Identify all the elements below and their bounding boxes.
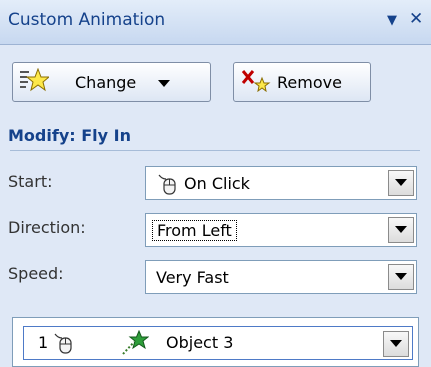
direction-select[interactable]: From Left [145,213,417,247]
list-item-dropdown-button[interactable] [383,331,409,357]
direction-dropdown-button[interactable] [388,217,414,243]
animation-list[interactable]: 1 Object 3 [12,317,419,367]
entrance-effect-star-icon [119,329,150,362]
task-pane-titlebar: Custom Animation ▼ ✕ [0,0,431,45]
mouse-icon [52,332,74,358]
speed-dropdown-button[interactable] [388,264,414,290]
speed-value: Very Fast [156,268,229,287]
change-button[interactable]: Change [12,62,211,102]
start-dropdown-button[interactable] [388,170,414,196]
start-select[interactable]: On Click [145,166,417,200]
section-divider [10,150,420,151]
speed-select[interactable]: Very Fast [145,260,417,294]
panel-title: Custom Animation [8,10,166,30]
modify-heading: Modify: Fly In [8,126,131,145]
start-label: Start: [8,172,53,191]
list-item-name: Object 3 [166,333,234,352]
change-button-label: Change [75,72,137,92]
list-item[interactable]: 1 Object 3 [23,326,413,360]
close-icon[interactable]: ✕ [409,9,423,29]
list-item-number: 1 [38,333,49,352]
remove-button-label: Remove [277,72,342,92]
direction-label: Direction: [8,218,86,237]
direction-value: From Left [152,220,237,241]
start-value: On Click [184,174,250,193]
triangle-down-icon[interactable]: ▼ [387,13,397,28]
add-effect-star-icon [19,67,51,96]
remove-effect-icon [241,68,271,96]
change-dropdown-arrow-icon [158,73,171,92]
speed-label: Speed: [8,264,64,283]
remove-button[interactable]: Remove [233,62,371,102]
mouse-icon [156,173,178,199]
